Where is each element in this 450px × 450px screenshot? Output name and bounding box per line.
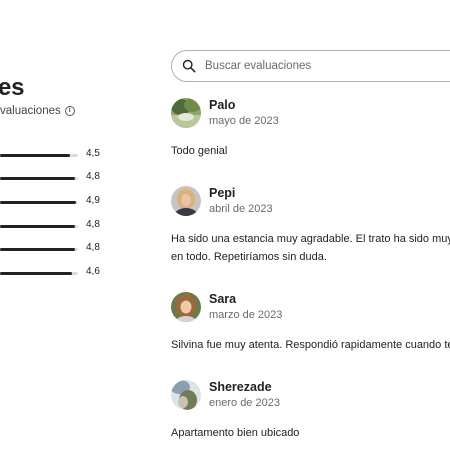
review-text: Apartamento bien ubicado	[171, 424, 450, 442]
review-text-line: Ha sido una estancia muy agradable. El t…	[171, 233, 450, 245]
reviewer-name: Sara	[209, 292, 237, 306]
review-text-line: en todo. Repetiríamos sin duda.	[171, 251, 327, 263]
rating-row: 4,8	[0, 171, 110, 185]
rating-bar-fill	[0, 177, 75, 180]
review-text-line: Silvina fue muy atenta. Respondió rapida…	[171, 339, 450, 351]
rating-bar-track	[0, 225, 78, 228]
rating-row: 4,8	[0, 242, 110, 256]
review-text: Silvina fue muy atenta. Respondió rapida…	[171, 336, 450, 354]
rating-bar-fill	[0, 248, 75, 251]
review-text-line: Todo genial	[171, 145, 228, 157]
rating-row: 4,8	[0, 219, 110, 233]
review-text: Todo genial	[171, 142, 450, 160]
rating-value: 4,9	[86, 195, 100, 206]
subtitle-text: valuaciones	[0, 105, 61, 117]
search-icon	[182, 59, 196, 73]
rating-value: 4,8	[86, 219, 100, 230]
rating-bar-track	[0, 272, 78, 275]
review-date: abril de 2023	[209, 203, 273, 215]
reviewer-name: Palo	[209, 98, 236, 112]
avatar[interactable]	[171, 98, 201, 128]
rating-bar-fill	[0, 201, 77, 204]
reviews-count-subtitle: valuaciones i	[0, 105, 75, 117]
avatar[interactable]	[171, 186, 201, 216]
search-bar[interactable]	[171, 50, 450, 82]
review-date: marzo de 2023	[209, 309, 283, 321]
rating-bar-fill	[0, 272, 72, 275]
review-date: enero de 2023	[209, 397, 280, 409]
rating-bar-fill	[0, 154, 71, 157]
search-input[interactable]	[205, 60, 445, 72]
rating-row: 4,9	[0, 195, 110, 209]
rating-value: 4,8	[86, 242, 100, 253]
rating-row: 4,6	[0, 266, 110, 280]
rating-bar-track	[0, 248, 78, 251]
reviewer-name: Sherezade	[209, 380, 272, 394]
avatar[interactable]	[171, 292, 201, 322]
reviewer-name: Pepi	[209, 186, 236, 200]
rating-value: 4,6	[86, 266, 100, 277]
rating-value: 4,8	[86, 171, 100, 182]
avatar[interactable]	[171, 380, 201, 410]
info-icon[interactable]: i	[64, 106, 75, 116]
rating-row: 4,5	[0, 148, 110, 162]
review-date: mayo de 2023	[209, 115, 279, 127]
rating-bar-track	[0, 177, 78, 180]
rating-bar-track	[0, 201, 78, 204]
rating-value: 4,5	[86, 148, 100, 159]
rating-bar-track	[0, 154, 78, 157]
review-text-line: Apartamento bien ubicado	[171, 427, 300, 439]
page-title: es	[0, 74, 25, 101]
review-text: Ha sido una estancia muy agradable. El t…	[171, 230, 450, 266]
rating-bar-fill	[0, 225, 75, 228]
